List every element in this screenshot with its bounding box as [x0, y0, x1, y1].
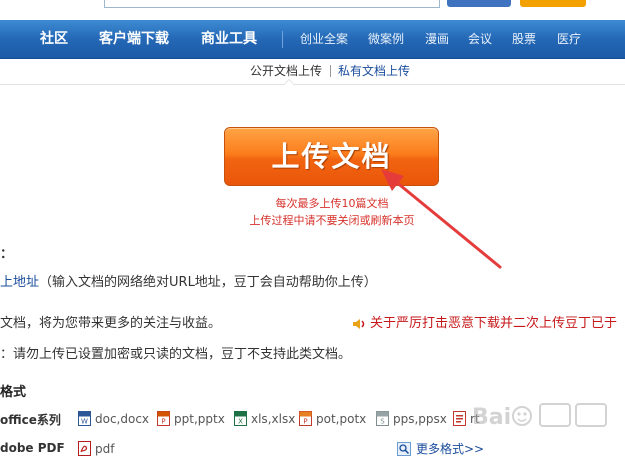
tab-public-upload[interactable]: 公开文档上传	[250, 63, 322, 79]
benefit-text: 文档，将为您带来更多的关注与收益。	[0, 316, 222, 331]
pot-icon: P	[299, 411, 312, 426]
speaker-icon	[353, 319, 365, 329]
upload-button-label: 上传文档	[271, 140, 392, 173]
tab-divider	[330, 65, 331, 77]
pps-icon: S	[376, 411, 389, 426]
svg-text:W: W	[81, 418, 88, 426]
rtf-icon	[453, 411, 466, 426]
url-upload-link[interactable]: 上地址	[0, 275, 39, 290]
upload-shortcut-button[interactable]	[520, 0, 586, 7]
more-formats-icon[interactable]	[397, 442, 411, 456]
upload-limit-note: 每次最多上传10篇文档	[275, 197, 389, 210]
nav-item-micro-case[interactable]: 微案例	[368, 20, 404, 59]
nav-item-comics[interactable]: 漫画	[425, 20, 449, 59]
upload-warning-note: 上传过程中请不要关闭或刷新本页	[249, 214, 415, 227]
ppt-icon: P	[157, 411, 170, 426]
active-tab-caret-fill	[284, 80, 294, 85]
section-colon: ：	[0, 247, 14, 262]
main-nav-bar: 社区 客户端下载 商业工具 创业全案 微案例 漫画 会议 股票 医疗	[0, 20, 625, 59]
search-button[interactable]	[447, 0, 511, 7]
pdf-icon	[78, 441, 91, 456]
format-doc: doc,docx	[95, 412, 150, 426]
baidu-jingyan-watermark: Bai	[472, 403, 607, 430]
svg-text:X: X	[238, 418, 243, 426]
search-input[interactable]	[104, 0, 440, 8]
more-formats-link[interactable]: 更多格式>>	[416, 441, 484, 457]
nav-item-stocks[interactable]: 股票	[512, 20, 536, 59]
formats-heading: 格式	[0, 385, 27, 400]
svg-text:P: P	[303, 418, 307, 426]
nav-item-startup[interactable]: 创业全案	[300, 20, 348, 59]
url-upload-line: 上地址（输入文档的网络绝对URL地址，豆丁会自动帮助你上传）	[0, 274, 377, 292]
pdf-label: dobe PDF	[0, 441, 65, 455]
word-icon: W	[78, 411, 91, 426]
nav-item-medical[interactable]: 医疗	[557, 20, 581, 59]
nav-item-community[interactable]: 社区	[40, 20, 68, 59]
office-series-label: office系列	[0, 413, 61, 427]
encryption-warning: ：请勿上传已设置加密或只读的文档，豆丁不支持此类文档。	[0, 347, 352, 362]
nav-item-meetings[interactable]: 会议	[468, 20, 492, 59]
svg-text:S: S	[380, 418, 385, 426]
format-pps: pps,ppsx	[393, 412, 447, 426]
anti-abuse-notice-link[interactable]: 关于严厉打击恶意下载并二次上传豆丁已于	[370, 315, 617, 333]
excel-icon: X	[234, 411, 247, 426]
svg-text:Bai: Bai	[472, 405, 511, 430]
nav-item-client-download[interactable]: 客户端下载	[99, 20, 169, 59]
upload-documents-button[interactable]: 上传文档	[224, 127, 439, 186]
tab-private-upload[interactable]: 私有文档上传	[338, 63, 410, 79]
upload-type-tabs: 公开文档上传 私有文档上传	[0, 59, 625, 85]
format-pot: pot,potx	[316, 412, 367, 426]
top-strip	[0, 0, 625, 20]
url-upload-desc: （输入文档的网络绝对URL地址，豆丁会自动帮助你上传）	[39, 275, 377, 290]
format-ppt: ppt,pptx	[174, 412, 225, 426]
nav-item-business-tools[interactable]: 商业工具	[201, 20, 257, 59]
format-xls: xls,xlsx	[251, 412, 296, 426]
nav-divider	[282, 31, 283, 48]
svg-text:P: P	[161, 418, 165, 426]
format-pdf: pdf	[95, 442, 115, 456]
